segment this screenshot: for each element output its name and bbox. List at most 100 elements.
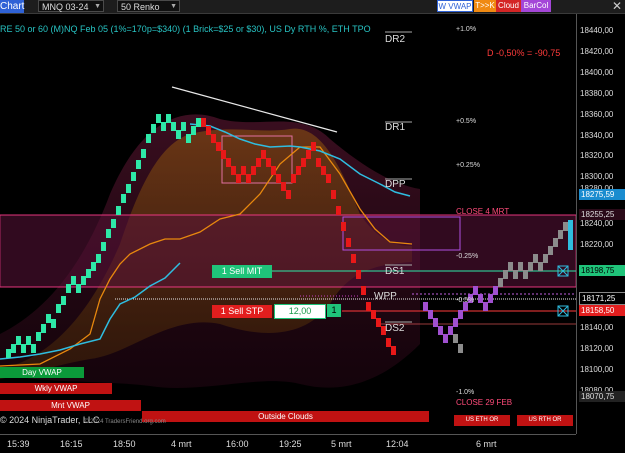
gray-brick — [533, 254, 538, 263]
time-axis[interactable]: 15:39 16:15 18:50 4 mrt 16:00 19:25 5 mr… — [0, 434, 576, 453]
up-brick — [21, 344, 26, 353]
down-brick — [216, 142, 221, 151]
down-brick — [296, 166, 301, 175]
down-brick — [351, 254, 356, 263]
up-brick — [96, 254, 101, 263]
time-tick: 18:50 — [113, 439, 136, 449]
barcol-button[interactable]: BarCol — [521, 0, 551, 12]
chart-panel[interactable]: RE 50 or 60 (M)NQ Feb 05 (1%=170p=$340) … — [0, 14, 576, 434]
price-tick: 18240,00 — [580, 219, 614, 228]
gray-brick — [558, 230, 563, 239]
level-label-dr2: DR2 — [385, 34, 406, 45]
price-tick: 18100,00 — [580, 365, 614, 374]
tk-button[interactable]: T>>K — [474, 0, 496, 12]
gray-brick — [563, 222, 568, 231]
day-vwap-tag: Day VWAP — [0, 367, 84, 378]
purple-brick — [443, 334, 448, 343]
down-brick — [251, 166, 256, 175]
price-tick: 18120,00 — [580, 344, 614, 353]
sell-mit-price-badge: 18198,75 — [579, 265, 625, 276]
up-brick — [131, 172, 136, 181]
price-tick: 18220,00 — [580, 240, 614, 249]
down-brick — [311, 142, 316, 151]
down-brick — [286, 190, 291, 199]
up-brick — [66, 284, 71, 293]
down-brick — [211, 134, 216, 143]
purple-brick — [488, 294, 493, 303]
up-brick — [51, 319, 56, 328]
close-icon[interactable]: ✕ — [612, 0, 622, 13]
down-brick — [261, 150, 266, 159]
bar-type-selector[interactable]: 50 Renko ▼ — [117, 0, 180, 12]
up-brick — [91, 262, 96, 271]
bar-type-label: 50 Renko — [121, 2, 160, 12]
up-brick — [141, 149, 146, 158]
chevron-down-icon: ▼ — [94, 3, 101, 10]
up-brick — [171, 122, 176, 131]
gray-brick — [503, 270, 508, 279]
close-label-29-feb: CLOSE 29 FEB — [456, 398, 513, 407]
daily-change-text: D -0,50% = -90,75 — [487, 48, 561, 58]
chart-canvas[interactable] — [0, 14, 576, 434]
watermark-text: © 2024 TradersFriend.org.com — [84, 419, 166, 425]
up-brick — [176, 130, 181, 139]
gray-brick — [553, 238, 558, 247]
up-brick — [61, 296, 66, 305]
up-brick — [111, 219, 116, 228]
instrument-selector[interactable]: MNQ 03-24 ▼ — [38, 0, 104, 12]
up-brick — [56, 304, 61, 313]
outside-clouds-tag: Outside Clouds — [142, 411, 429, 422]
purple-brick — [493, 286, 498, 295]
down-brick — [316, 158, 321, 167]
pct-label-minus-05: -0.5% — [456, 297, 475, 304]
pct-label-plus-1: +1.0% — [456, 26, 477, 33]
instrument-label: MNQ 03-24 — [42, 2, 89, 12]
cloud-button[interactable]: Cloud — [496, 0, 521, 12]
vwap-button[interactable]: W VWAP — [437, 0, 473, 12]
weekly-vwap-tag: Wkly VWAP — [0, 383, 112, 394]
down-brick — [361, 286, 366, 295]
down-brick — [346, 238, 351, 247]
time-tick: 16:00 — [226, 439, 249, 449]
time-tick: 5 mrt — [331, 439, 352, 449]
time-tick: 6 mrt — [476, 439, 497, 449]
time-tick: 15:39 — [7, 439, 30, 449]
up-brick — [186, 134, 191, 143]
us-eth-or-tag: US ETH OR — [454, 415, 510, 426]
down-brick — [241, 166, 246, 175]
time-tick: 12:04 — [386, 439, 409, 449]
current-brick — [568, 220, 573, 250]
gray-brick — [508, 262, 513, 271]
price-tick: 18380,00 — [580, 89, 614, 98]
up-brick — [11, 344, 16, 353]
price-tick: 18440,00 — [580, 26, 614, 35]
level-label-wpp: WPP — [374, 291, 397, 302]
purple-brick — [458, 310, 463, 319]
chart-tab[interactable]: Chart — [0, 0, 24, 13]
price-tick: 18300,00 — [580, 172, 614, 181]
price-tick: 18360,00 — [580, 110, 614, 119]
up-brick — [196, 118, 201, 127]
down-brick — [301, 158, 306, 167]
down-brick — [341, 222, 346, 231]
gray-brick — [543, 254, 548, 263]
up-brick — [46, 314, 51, 323]
sell-mit-order[interactable]: 1 Sell MIT — [212, 265, 272, 278]
purple-brick — [438, 326, 443, 335]
up-brick — [101, 242, 106, 251]
quantity-count[interactable]: 1 — [327, 304, 341, 317]
sell-stp-order[interactable]: 1 Sell STP — [212, 305, 272, 318]
pct-label-plus-05: +0.5% — [456, 118, 477, 125]
chevron-down-icon: ▼ — [170, 3, 177, 10]
quantity-field[interactable]: 12,00 — [274, 304, 326, 319]
pct-label-minus-025: -0.25% — [456, 253, 479, 260]
gray-brick — [523, 270, 528, 279]
down-brick — [231, 166, 236, 175]
down-brick — [391, 346, 396, 355]
price-axis[interactable]: 18440,00 18420,00 18400,00 18380,00 1836… — [576, 14, 625, 434]
pct-label-plus-025: +0.25% — [456, 162, 480, 169]
level-label-ds2: DS2 — [385, 323, 405, 334]
down-brick — [271, 166, 276, 175]
up-brick — [166, 114, 171, 123]
last-price-badge: 18171,25 — [579, 292, 625, 305]
